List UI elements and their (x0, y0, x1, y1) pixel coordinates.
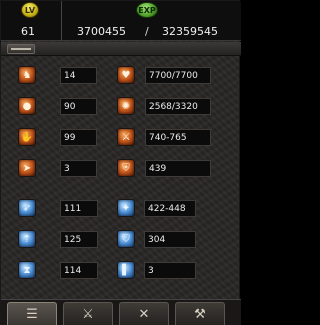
agility-value: 111 (60, 200, 98, 217)
tab-combat[interactable]: ✕ (119, 302, 169, 325)
attack-value: 740-765 (145, 129, 211, 146)
tab-extra[interactable]: ⚒ (175, 302, 225, 325)
misc-stat-value: 3 (144, 262, 196, 279)
sub-toolbar (1, 42, 241, 56)
cast-speed-value: 114 (60, 262, 98, 279)
bottom-tab-bar: ☰ ⚔ ✕ ⚒ (1, 299, 241, 325)
arrow-rise-icon: ⇡ (18, 230, 36, 248)
speed-icon: ➤ (18, 159, 36, 177)
magic-attack-value: 422-448 (144, 200, 196, 217)
accuracy-value: 125 (60, 231, 98, 248)
exp-separator: / (145, 25, 149, 38)
header-divider (61, 1, 62, 41)
head-icon: ● (18, 97, 36, 115)
magic-shield-icon: ⛉ (117, 230, 135, 248)
intelligence-value: 90 (60, 98, 97, 115)
mana-orb-icon: ✺ (117, 97, 135, 115)
character-card-icon: ☰ (26, 306, 38, 322)
sword-tab-icon[interactable] (7, 44, 35, 54)
level-value: 61 (21, 25, 35, 38)
dexterity-icon: ✋ (18, 128, 36, 146)
exp-max: 32359545 (162, 25, 218, 38)
attack-icon: ⚔ (117, 128, 135, 146)
header-bar: LV 61 EXP 3700455 / 32359545 (1, 1, 241, 41)
agility-icon: ➶ (18, 199, 36, 217)
character-stats-panel: LV 61 EXP 3700455 / 32359545 ♞ 14 ♥ 7700… (0, 0, 241, 325)
mp-value: 2568/3320 (145, 98, 211, 115)
strength-value: 14 (60, 67, 97, 84)
magic-attack-icon: ✦ (117, 199, 135, 217)
blade-icon: ⚒ (194, 306, 206, 322)
hp-value: 7700/7700 (145, 67, 211, 84)
crossed-swords-icon: ✕ (138, 306, 150, 322)
tab-skills[interactable]: ⚔ (63, 302, 113, 325)
defense-value: 439 (145, 160, 211, 177)
strength-icon: ♞ (18, 66, 36, 84)
level-badge-icon: LV (21, 2, 39, 18)
bar-icon: ▌ (117, 261, 135, 279)
speed-value: 3 (60, 160, 97, 177)
sword-icon: ⚔ (82, 306, 94, 322)
magic-defense-value: 304 (144, 231, 196, 248)
exp-badge-icon: EXP (136, 2, 158, 18)
tab-character[interactable]: ☰ (7, 302, 57, 325)
dexterity-value: 99 (60, 129, 97, 146)
defense-shield-icon: ⛨ (117, 159, 135, 177)
heart-icon: ♥ (117, 66, 135, 84)
hourglass-icon: ⧗ (18, 261, 36, 279)
exp-current: 3700455 (77, 25, 126, 38)
